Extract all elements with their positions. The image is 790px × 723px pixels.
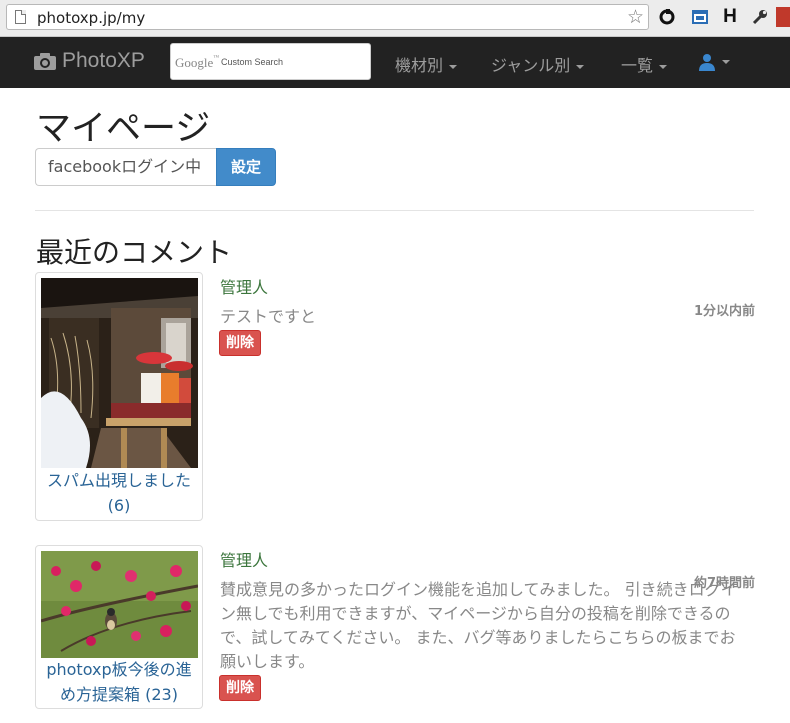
brand[interactable]: PhotoXP [34, 49, 145, 73]
comment-timestamp: 1分以内前 [693, 304, 755, 319]
thread-thumbnail-card[interactable]: photoxp板今後の進め方提案箱 (23) [35, 545, 203, 709]
window-extension-icon[interactable] [690, 7, 710, 27]
browser-toolbar: photoxp.jp/my ☆ H [0, 0, 790, 37]
camera-icon [34, 53, 56, 70]
notification-badge-icon[interactable] [776, 7, 790, 27]
page-icon [15, 10, 26, 24]
nav-genre-dropdown[interactable]: ジャンル別 [491, 52, 585, 76]
thread-thumbnail-card[interactable]: スパム出現しました (6) [35, 272, 203, 521]
url-text[interactable]: photoxp.jp/my [37, 9, 145, 27]
wrench-icon[interactable] [750, 7, 770, 27]
comment-author[interactable]: 管理人 [220, 274, 268, 298]
settings-button[interactable]: 設定 [216, 148, 276, 186]
thread-photo[interactable] [41, 551, 198, 658]
comment-text: 賛成意見の多かったログイン機能を追加してみました。 引き続きログイン無しでも利用… [220, 580, 737, 671]
nav-equipment-dropdown[interactable]: 機材別 [395, 52, 458, 76]
comment-author[interactable]: 管理人 [220, 547, 268, 571]
nav-list-dropdown[interactable]: 一覧 [621, 52, 668, 76]
delete-button[interactable]: 削除 [219, 330, 261, 356]
bookmark-star-icon[interactable]: ☆ [627, 6, 644, 28]
delete-button[interactable]: 削除 [219, 675, 261, 701]
comment-text: テストですと [220, 307, 317, 326]
thread-title-link[interactable]: photoxp板今後の進め方提案箱 (23) [36, 657, 202, 707]
user-icon [699, 53, 715, 71]
thread-photo[interactable] [41, 278, 198, 468]
navbar: PhotoXP Google™ Custom Search 機材別 ジャンル別 … [0, 37, 790, 88]
search-input[interactable]: Google™ Custom Search [170, 43, 371, 80]
login-status-field[interactable]: facebookログイン中 [35, 148, 217, 186]
page-title: マイページ [36, 109, 211, 149]
recent-comments-heading: 最近のコメント [36, 236, 233, 269]
divider [35, 210, 754, 211]
google-logo: Google™ [175, 55, 220, 70]
caret-down-icon [722, 59, 730, 64]
address-bar[interactable]: photoxp.jp/my ☆ [6, 4, 649, 30]
caret-down-icon [449, 64, 458, 69]
caret-down-icon [659, 64, 668, 69]
search-placeholder: Custom Search [221, 57, 284, 67]
thread-title-link[interactable]: スパム出現しました (6) [36, 468, 202, 518]
h-extension-icon[interactable]: H [720, 6, 740, 27]
caret-down-icon [576, 64, 585, 69]
user-menu-dropdown[interactable] [698, 51, 730, 71]
brand-name: PhotoXP [62, 49, 145, 72]
sync-extension-icon[interactable] [657, 7, 677, 27]
